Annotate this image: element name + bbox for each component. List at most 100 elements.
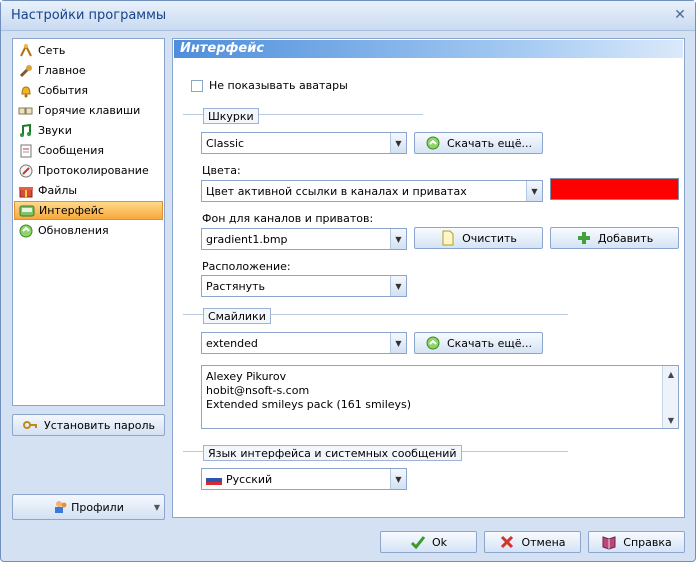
sidebar-item-messages[interactable]: Сообщения	[14, 141, 163, 160]
section-header: Интерфейс	[174, 40, 683, 58]
chevron-down-icon[interactable]: ▼	[526, 181, 542, 201]
sidebar-item-main[interactable]: Главное	[14, 61, 163, 80]
sidebar-item-label: Сообщения	[38, 144, 105, 157]
ok-label: Ok	[431, 535, 448, 549]
blank-file-icon	[440, 230, 456, 246]
help-button[interactable]: Справка	[588, 531, 685, 553]
refresh-icon	[425, 335, 441, 351]
interface-icon	[19, 203, 35, 219]
gift-icon	[18, 183, 34, 199]
window-title: Настройки программы	[11, 8, 167, 23]
position-value: Растянуть	[206, 280, 266, 293]
section-title: Интерфейс	[180, 41, 265, 56]
sidebar-item-label: Горячие клавиши	[38, 104, 141, 117]
smileys-info-line: hobit@nsoft-s.com	[206, 384, 310, 397]
clear-label: Очистить	[462, 231, 517, 245]
skin-select[interactable]: Classic ▼	[201, 132, 407, 154]
keys-icon	[18, 103, 34, 119]
smileys-info-line: Alexey Pikurov	[206, 370, 287, 383]
ok-button[interactable]: Ok	[380, 531, 477, 553]
log-icon	[18, 163, 34, 179]
add-background-button[interactable]: Добавить	[550, 227, 679, 249]
chevron-down-icon[interactable]: ▼	[390, 333, 406, 353]
sidebar-item-events[interactable]: События	[14, 81, 163, 100]
skin-value: Classic	[206, 137, 245, 150]
profiles-label: Профили	[71, 500, 124, 514]
close-icon[interactable]: ✕	[673, 8, 687, 22]
sidebar-item-label: Протоколирование	[38, 164, 149, 177]
chevron-down-icon[interactable]: ▼	[390, 133, 406, 153]
skins-group-label: Шкурки	[203, 108, 259, 124]
settings-sidebar: Сеть Главное События Горячие клавиши Зву…	[12, 38, 165, 406]
language-value: Русский	[226, 473, 273, 486]
scroll-down-icon[interactable]: ▼	[664, 413, 678, 427]
download-skins-label: Скачать ещё...	[446, 136, 533, 150]
book-icon	[601, 534, 617, 550]
checkmark-icon	[410, 534, 426, 550]
message-icon	[18, 143, 34, 159]
key-icon	[22, 417, 38, 433]
smileys-value: extended	[206, 337, 258, 350]
background-value: gradient1.bmp	[206, 233, 288, 246]
chevron-down-icon[interactable]: ▼	[390, 276, 406, 296]
sidebar-item-hotkeys[interactable]: Горячие клавиши	[14, 101, 163, 120]
language-group-label: Язык интерфейса и системных сообщений	[203, 445, 462, 461]
help-label: Справка	[623, 535, 672, 549]
background-label: Фон для каналов и приватов:	[202, 212, 374, 225]
download-skins-button[interactable]: Скачать ещё...	[414, 132, 543, 154]
position-label: Расположение:	[202, 260, 291, 273]
smileys-info-box[interactable]: Alexey Pikurov hobit@nsoft-s.com Extende…	[201, 365, 679, 429]
chevron-down-icon[interactable]: ▼	[390, 469, 406, 489]
sidebar-item-label: События	[38, 84, 89, 97]
set-password-button[interactable]: Установить пароль	[12, 414, 165, 436]
sidebar-item-sounds[interactable]: Звуки	[14, 121, 163, 140]
sidebar-item-label: Обновления	[38, 224, 109, 237]
vertical-scrollbar[interactable]: ▲ ▼	[662, 366, 678, 428]
set-password-label: Установить пароль	[44, 418, 155, 432]
sidebar-item-files[interactable]: Файлы	[14, 181, 163, 200]
russia-flag-icon	[206, 474, 222, 485]
sidebar-item-network[interactable]: Сеть	[14, 41, 163, 60]
settings-window: Настройки программы ✕ Сеть Главное Событ…	[0, 0, 696, 562]
add-label: Добавить	[597, 231, 654, 245]
language-select[interactable]: Русский ▼	[201, 468, 407, 490]
settings-content: Интерфейс Не показывать аватары Шкурки C…	[172, 38, 685, 518]
download-smileys-button[interactable]: Скачать ещё...	[414, 332, 543, 354]
color-target-select[interactable]: Цвет активной ссылки в каналах и привата…	[201, 180, 543, 202]
x-icon	[499, 534, 515, 550]
smileys-info-line: Extended smileys pack (161 smileys)	[206, 398, 412, 411]
bell-icon	[18, 83, 34, 99]
network-icon	[18, 43, 34, 59]
color-target-value: Цвет активной ссылки в каналах и привата…	[206, 185, 467, 198]
plus-icon	[576, 230, 592, 246]
clear-background-button[interactable]: Очистить	[414, 227, 543, 249]
download-smileys-label: Скачать ещё...	[446, 336, 533, 350]
sidebar-item-updates[interactable]: Обновления	[14, 221, 163, 240]
update-icon	[18, 223, 34, 239]
cancel-button[interactable]: Отмена	[484, 531, 581, 553]
hide-avatars-label: Не показывать аватары	[209, 79, 348, 92]
refresh-icon	[425, 135, 441, 151]
title-bar: Настройки программы ✕	[1, 1, 695, 31]
sidebar-item-label: Интерфейс	[39, 204, 104, 217]
colors-label: Цвета:	[202, 164, 241, 177]
cancel-label: Отмена	[521, 535, 566, 549]
chevron-down-icon[interactable]: ▼	[390, 229, 406, 249]
sidebar-item-label: Звуки	[38, 124, 72, 137]
profiles-icon	[53, 499, 69, 515]
sidebar-item-label: Сеть	[38, 44, 66, 57]
sidebar-item-logging[interactable]: Протоколирование	[14, 161, 163, 180]
sidebar-item-interface[interactable]: Интерфейс	[14, 201, 163, 220]
profiles-button[interactable]: Профили ▼	[12, 494, 165, 520]
hide-avatars-checkbox[interactable]	[191, 80, 203, 92]
sidebar-item-label: Файлы	[38, 184, 78, 197]
color-swatch[interactable]	[550, 178, 679, 200]
position-select[interactable]: Растянуть ▼	[201, 275, 407, 297]
smileys-select[interactable]: extended ▼	[201, 332, 407, 354]
wrench-icon	[18, 63, 34, 79]
background-select[interactable]: gradient1.bmp ▼	[201, 228, 407, 250]
scroll-up-icon[interactable]: ▲	[664, 367, 678, 381]
music-note-icon	[18, 123, 34, 139]
smileys-group-label: Смайлики	[203, 308, 271, 324]
sidebar-item-label: Главное	[38, 64, 86, 77]
